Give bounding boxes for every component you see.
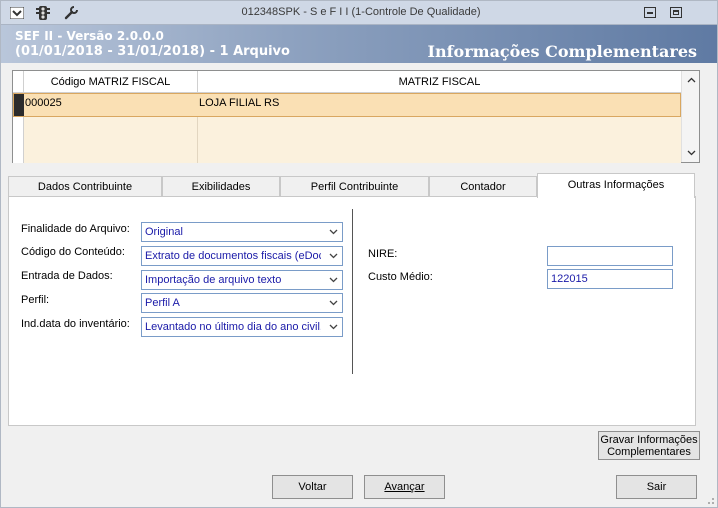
tab-exibilidades[interactable]: Exibilidades	[162, 176, 280, 197]
save-button-line1: Gravar Informações	[600, 434, 698, 446]
resize-grip-icon[interactable]	[705, 495, 715, 505]
minimize-button[interactable]	[644, 7, 656, 18]
window-title: 012348SPK - S e F I I (1-Controle De Qua…	[241, 6, 481, 18]
tab-perfil-contribuinte[interactable]: Perfil Contribuinte	[280, 176, 429, 197]
custo-medio-field[interactable]	[547, 269, 673, 289]
version-label: SEF II - Versão 2.0.0.0	[15, 29, 164, 43]
chevron-down-icon[interactable]	[325, 248, 341, 264]
column-header-matriz[interactable]: MATRIZ FISCAL	[198, 71, 681, 93]
outras-informacoes-panel: Finalidade do Arquivo: Original Código d…	[8, 196, 696, 426]
perfil-label: Perfil:	[21, 294, 50, 306]
next-button-label: Avançar	[384, 481, 425, 493]
wrench-icon[interactable]	[63, 6, 79, 20]
nire-label: NIRE:	[368, 248, 398, 260]
grid-scrollbar[interactable]	[681, 71, 699, 162]
chevron-down-icon[interactable]	[325, 272, 341, 288]
table-row[interactable]: 000025 LOJA FILIAL RS	[13, 93, 681, 117]
column-header-codigo[interactable]: Código MATRIZ FISCAL	[24, 71, 198, 93]
tab-dados-contribuinte[interactable]: Dados Contribuinte	[8, 176, 162, 197]
tab-contador[interactable]: Contador	[429, 176, 537, 197]
perfil-select[interactable]: Perfil A	[141, 293, 343, 313]
period-label: (01/01/2018 - 31/01/2018) - 1 Arquivo	[15, 44, 290, 59]
chevron-down-icon[interactable]	[325, 319, 341, 335]
grid-header-indicator	[13, 71, 24, 93]
entrada-value: Importação de arquivo texto	[145, 274, 282, 286]
minimize-icon	[647, 12, 653, 14]
maximize-icon	[673, 10, 679, 15]
app-window: 012348SPK - S e F I I (1-Controle De Qua…	[0, 0, 718, 508]
chevron-down-icon[interactable]	[325, 224, 341, 240]
perfil-value: Perfil A	[145, 297, 180, 309]
conteudo-value: Extrato de documentos fiscais (eDoc)	[145, 250, 321, 262]
tab-strip: Dados Contribuinte Exibilidades Perfil C…	[8, 173, 696, 198]
finalidade-select[interactable]: Original	[141, 222, 343, 242]
next-button[interactable]: Avançar	[364, 475, 445, 499]
chevron-down-icon[interactable]	[325, 295, 341, 311]
save-complementary-button[interactable]: Gravar Informações Complementares	[598, 431, 700, 460]
save-button-line2: Complementares	[607, 446, 691, 458]
conteudo-select[interactable]: Extrato de documentos fiscais (eDoc)	[141, 246, 343, 266]
column-divider	[197, 117, 198, 163]
empty-row-indicator	[13, 117, 24, 163]
inventario-value: Levantado no último dia do ano civil, c	[145, 321, 321, 333]
grid-empty-area	[13, 117, 681, 163]
traffic-light-icon[interactable]	[35, 6, 51, 20]
scroll-up-icon[interactable]	[682, 71, 700, 89]
row-indicator	[14, 94, 24, 116]
entrada-select[interactable]: Importação de arquivo texto	[141, 270, 343, 290]
panel-divider	[352, 209, 353, 374]
inventario-select[interactable]: Levantado no último dia do ano civil, c	[141, 317, 343, 337]
app-menu-icon[interactable]	[9, 6, 25, 20]
cell-matriz[interactable]: LOJA FILIAL RS	[199, 97, 669, 109]
exit-button[interactable]: Sair	[616, 475, 697, 499]
cell-codigo[interactable]: 000025	[25, 97, 195, 109]
back-button[interactable]: Voltar	[272, 475, 353, 499]
page-title: Informações Complementares	[427, 42, 697, 61]
entrada-label: Entrada de Dados:	[21, 270, 113, 282]
title-bar: 012348SPK - S e F I I (1-Controle De Qua…	[1, 1, 717, 25]
header-banner: SEF II - Versão 2.0.0.0 (01/01/2018 - 31…	[1, 25, 717, 63]
maximize-button[interactable]	[670, 7, 682, 18]
grid-header: Código MATRIZ FISCAL MATRIZ FISCAL	[13, 71, 681, 93]
scroll-down-icon[interactable]	[682, 144, 700, 162]
custo-medio-label: Custo Médio:	[368, 271, 433, 283]
matriz-fiscal-grid: Código MATRIZ FISCAL MATRIZ FISCAL 00002…	[12, 70, 700, 163]
tab-outras-informacoes[interactable]: Outras Informações	[537, 173, 695, 198]
conteudo-label: Código do Conteúdo:	[21, 246, 125, 258]
nire-field[interactable]	[547, 246, 673, 266]
finalidade-value: Original	[145, 226, 183, 238]
inventario-label: Ind.data do inventário:	[21, 318, 130, 330]
finalidade-label: Finalidade do Arquivo:	[21, 223, 130, 235]
